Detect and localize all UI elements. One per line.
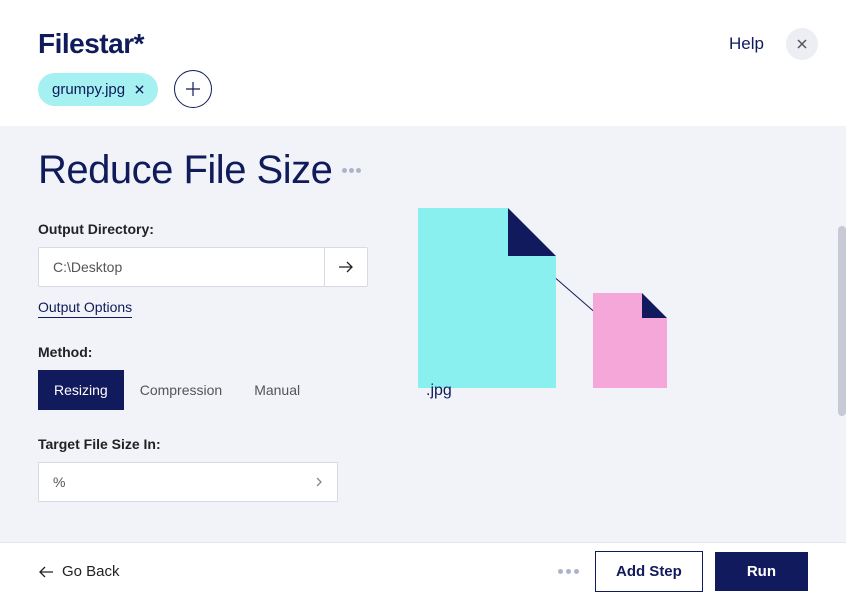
app-logo: Filestar* xyxy=(38,28,144,60)
tab-resizing[interactable]: Resizing xyxy=(38,370,124,410)
close-icon xyxy=(797,39,807,49)
arrow-left-icon xyxy=(38,565,54,579)
arrow-right-icon xyxy=(338,260,354,274)
file-ext-label: .jpg xyxy=(426,382,452,400)
tab-manual[interactable]: Manual xyxy=(238,370,316,410)
browse-directory-button[interactable] xyxy=(324,247,368,287)
remove-file-icon[interactable] xyxy=(135,81,144,97)
go-back-button[interactable]: Go Back xyxy=(38,563,120,580)
page-title: Reduce File Size xyxy=(38,148,332,193)
run-button[interactable]: Run xyxy=(715,552,808,591)
scrollbar[interactable] xyxy=(838,226,846,416)
file-chip-label: grumpy.jpg xyxy=(52,81,125,98)
more-icon[interactable] xyxy=(342,168,361,173)
chevron-right-icon xyxy=(315,476,323,488)
illustration: .jpg xyxy=(418,208,718,408)
output-directory-label: Output Directory: xyxy=(38,221,368,237)
add-file-button[interactable] xyxy=(174,70,212,108)
plus-icon xyxy=(186,82,200,96)
output-options-link[interactable]: Output Options xyxy=(38,299,132,318)
target-size-value: % xyxy=(53,474,65,490)
method-tabs: Resizing Compression Manual xyxy=(38,370,368,410)
add-step-button[interactable]: Add Step xyxy=(595,551,703,592)
output-directory-input[interactable] xyxy=(38,247,324,287)
method-label: Method: xyxy=(38,344,368,360)
target-size-select[interactable]: % xyxy=(38,462,338,502)
close-button[interactable] xyxy=(786,28,818,60)
more-icon[interactable] xyxy=(558,569,579,574)
go-back-label: Go Back xyxy=(62,563,120,580)
file-chip[interactable]: grumpy.jpg xyxy=(38,73,158,106)
help-link[interactable]: Help xyxy=(729,34,764,54)
tab-compression[interactable]: Compression xyxy=(124,370,238,410)
target-size-label: Target File Size In: xyxy=(38,436,368,452)
